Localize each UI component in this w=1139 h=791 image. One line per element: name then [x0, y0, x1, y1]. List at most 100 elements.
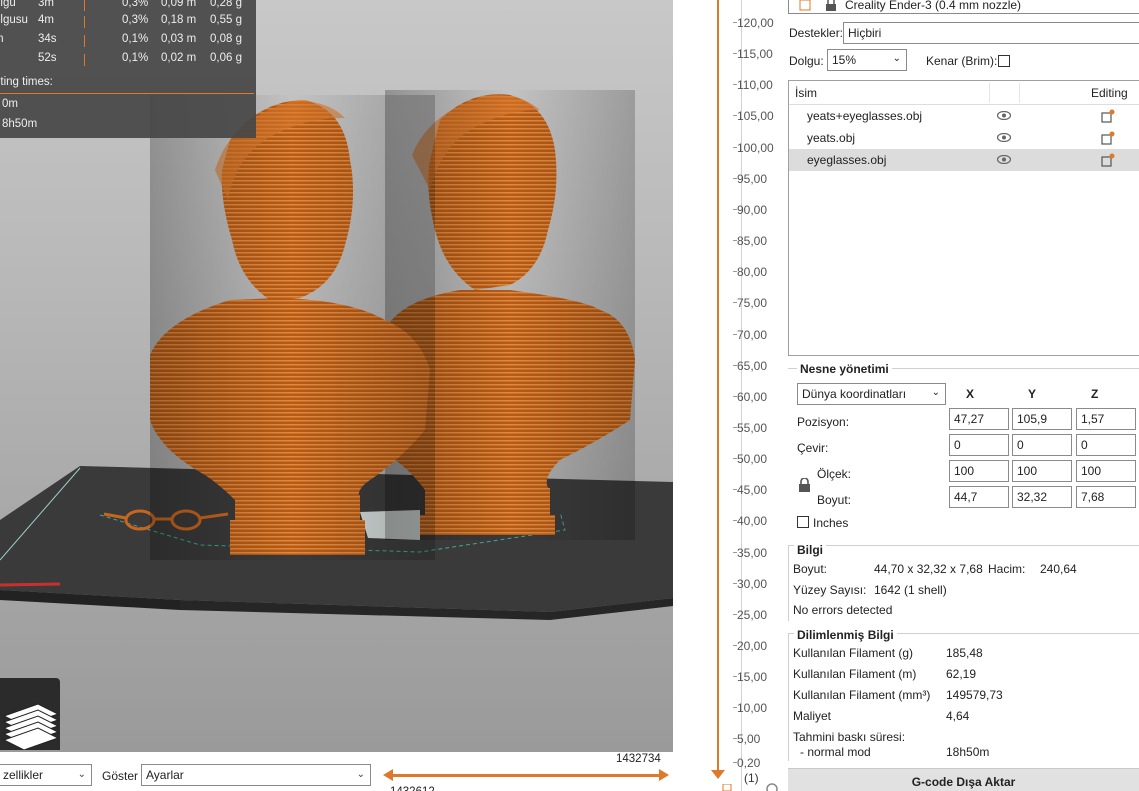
layer-slider-track[interactable] — [717, 0, 719, 772]
stats-length: 0,02 m — [161, 52, 197, 64]
supports-value: Hiçbiri — [848, 26, 882, 40]
column-name-header[interactable]: İsim — [795, 86, 817, 100]
stats-percent: 0,3% — [122, 14, 149, 26]
object-name: yeats+eyeglasses.obj — [807, 109, 923, 123]
layer-height-tick: 5,00 — [733, 732, 760, 746]
layer-height-tick: 110,00 — [733, 78, 773, 92]
x-axis-header: X — [966, 387, 975, 401]
size-y-input[interactable]: 32,32 — [1012, 486, 1072, 508]
slider-right-thumb-icon[interactable] — [658, 769, 670, 781]
layer-height-tick: 95,00 — [733, 172, 767, 186]
normal-mode-time: 18h50m — [946, 745, 990, 759]
supports-label: Destekler: — [789, 26, 844, 40]
size-x-value: 44,7 — [954, 490, 978, 504]
size-x-input[interactable]: 44,7 — [949, 486, 1009, 508]
layer-height-tick: 50,00 — [733, 452, 767, 466]
sliced-info-label: Kullanılan Filament (g) — [793, 646, 914, 660]
edit-object-icon[interactable] — [1101, 131, 1115, 145]
layer-height-tick: 10,00 — [733, 701, 767, 715]
infill-value: 15% — [832, 53, 857, 67]
list-item[interactable]: yeats.obj — [789, 127, 1139, 149]
scale-x-input[interactable]: 100 — [949, 460, 1009, 482]
slider-left-thumb-icon[interactable] — [382, 769, 394, 781]
layer-height-tick: 80,00 — [733, 265, 767, 279]
scale-z-input[interactable]: 100 — [1076, 460, 1136, 482]
printer-value: Creality Ender-3 (0.4 mm nozzle) — [845, 0, 1022, 12]
printing-times-title: nting times: — [0, 76, 53, 88]
position-z-input[interactable]: 1,57 — [1076, 408, 1136, 430]
lock-icon[interactable] — [721, 784, 733, 791]
stats-row: olgusu 4m 0,3% 0,18 m 0,55 g — [0, 14, 256, 33]
layer-height-tick: 65,00 — [733, 359, 767, 373]
position-x-input[interactable]: 47,27 — [949, 408, 1009, 430]
column-editing-header[interactable]: Editing — [1091, 86, 1128, 100]
layer-slider[interactable]: 120,00 115,00 110,00 105,00 100,00 95,00 90,00… — [673, 0, 786, 791]
chevron-down-icon: ⌄ — [356, 769, 365, 780]
scale-label: Ölçek: — [817, 467, 852, 481]
brim-checkbox[interactable] — [998, 55, 1010, 67]
scale-y-input[interactable]: 100 — [1012, 460, 1072, 482]
app-window: olgu 3m 0,3% 0,09 m 0,28 g olgusu 4m 0,3… — [0, 0, 1139, 791]
infill-combo[interactable]: 15% ⌄ — [827, 49, 907, 71]
brim-label: Kenar (Brim): — [926, 54, 998, 68]
y-axis-header: Y — [1028, 387, 1037, 401]
printing-time-value: 8h50m — [2, 118, 38, 130]
layer-height-tick: 100,00 — [733, 141, 774, 155]
sliced-info-value: 62,19 — [946, 667, 977, 681]
move-slider-track[interactable] — [388, 774, 664, 777]
stats-feature: olgusu — [0, 14, 28, 26]
chevron-down-icon: ⌄ — [77, 769, 86, 780]
move-slider-lower-value: 1432612 — [390, 786, 435, 791]
export-gcode-button[interactable]: G-code Dışa Aktar — [788, 768, 1139, 791]
stats-percent: 0,3% — [122, 0, 149, 9]
stats-percent: 0,1% — [122, 52, 149, 64]
rotate-y-value: 0 — [1017, 438, 1024, 452]
layer-height-tick: 45,00 — [733, 483, 767, 497]
layer-height-tick: 115,00 — [733, 47, 773, 61]
info-title: Bilgi — [794, 543, 826, 557]
rotate-y-input[interactable]: 0 — [1012, 434, 1072, 456]
info-volume-label: Hacim: — [988, 562, 1026, 576]
view-type-combo[interactable]: zellikler ⌄ — [0, 764, 92, 786]
show-options-combo[interactable]: Ayarlar ⌄ — [141, 764, 371, 786]
size-z-input[interactable]: 7,68 — [1076, 486, 1136, 508]
printer-combo[interactable]: Creality Ender-3 (0.4 mm nozzle) — [788, 0, 1139, 14]
show-label: Göster — [102, 769, 139, 783]
3d-viewport[interactable]: olgu 3m 0,3% 0,09 m 0,28 g olgusu 4m 0,3… — [0, 0, 673, 752]
object-name: eyeglasses.obj — [807, 153, 887, 167]
chevron-down-icon: ⌄ — [892, 53, 901, 64]
coordinate-system-value: Dünya koordinatları — [802, 387, 907, 401]
print-time-label: Tahmini baskı süresi: — [793, 730, 906, 744]
eye-icon[interactable] — [997, 111, 1011, 120]
rotate-z-value: 0 — [1081, 438, 1088, 452]
layer-height-tick: 20,00 — [733, 639, 767, 653]
coordinate-system-combo[interactable]: Dünya koordinatları ⌄ — [797, 383, 946, 405]
inches-checkbox[interactable] — [797, 516, 809, 528]
rotate-z-input[interactable]: 0 — [1076, 434, 1136, 456]
stats-length: 0,09 m — [161, 0, 197, 9]
stats-time: 3m — [38, 0, 54, 9]
sliced-info-value: 185,48 — [946, 646, 983, 660]
edit-object-icon[interactable] — [1101, 153, 1115, 167]
object-list[interactable]: İsim Editing yeats+eyeglasses.obj yeats.… — [788, 80, 1139, 356]
edit-object-icon[interactable] — [1101, 109, 1115, 123]
list-item[interactable]: yeats+eyeglasses.obj — [789, 105, 1139, 127]
list-item[interactable]: eyeglasses.obj — [789, 149, 1139, 171]
gear-icon[interactable] — [765, 782, 779, 791]
stats-row: 52s 0,1% 0,02 m 0,06 g — [0, 52, 256, 71]
lock-icon — [826, 0, 836, 11]
stats-time: 52s — [38, 52, 57, 64]
lock-icon[interactable] — [798, 478, 811, 493]
rotate-x-value: 0 — [954, 438, 961, 452]
layers-icon — [2, 703, 60, 751]
layers-view-button[interactable] — [0, 678, 60, 751]
eye-icon[interactable] — [997, 155, 1011, 164]
layer-height-tick: 30,00 — [733, 577, 767, 591]
position-y-input[interactable]: 105,9 — [1012, 408, 1072, 430]
chevron-down-icon: ⌄ — [931, 387, 940, 398]
rotate-x-input[interactable]: 0 — [949, 434, 1009, 456]
eye-icon[interactable] — [997, 133, 1011, 142]
supports-combo[interactable]: Hiçbiri — [843, 22, 1139, 44]
slider-lower-thumb-icon[interactable] — [711, 770, 725, 780]
preview-bottom-bar: zellikler ⌄ Göster Ayarlar ⌄ 1432734 143… — [0, 752, 673, 791]
